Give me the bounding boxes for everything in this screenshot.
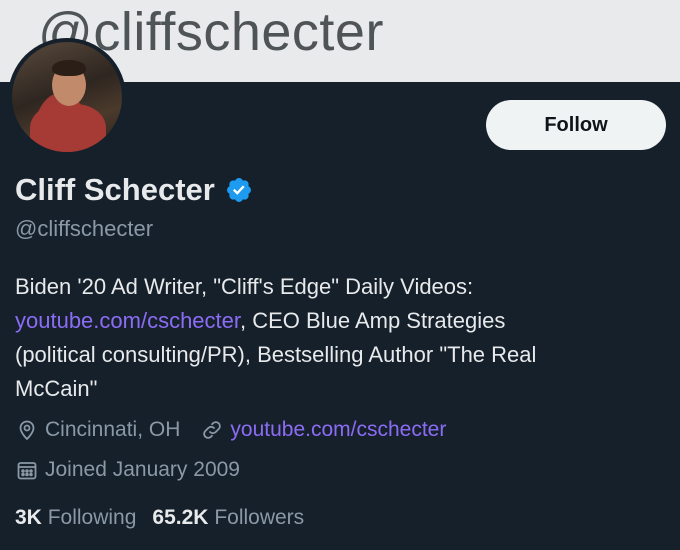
followers-label: Followers: [214, 506, 305, 529]
profile-name: Cliff Schecter: [15, 172, 215, 207]
bio-line: youtube.com/cschecter, CEO Blue Amp Stra…: [15, 304, 665, 338]
profile-stats: 3K Following 65.2K Followers: [15, 506, 320, 530]
profile-meta-joined: Joined January 2009: [15, 458, 260, 482]
website-link[interactable]: youtube.com/cschecter: [230, 418, 446, 442]
calendar-icon: [17, 462, 37, 480]
profile-handle: @cliffschecter: [15, 216, 154, 241]
verified-badge-icon[interactable]: [225, 176, 253, 204]
avatar[interactable]: [8, 38, 126, 156]
location-text: Cincinnati, OH: [45, 418, 181, 441]
location-pin-icon: [19, 420, 35, 441]
bio-line: McCain": [15, 376, 98, 401]
avatar-image: [12, 42, 122, 152]
following-count: 3K: [15, 506, 42, 529]
followers-stat[interactable]: 65.2K Followers: [152, 506, 304, 530]
bio-line: (political consulting/PR), Bestselling A…: [15, 342, 537, 367]
profile-bio: Biden '20 Ad Writer, "Cliff's Edge" Dail…: [15, 270, 665, 406]
joined: Joined January 2009: [15, 458, 240, 482]
follow-button[interactable]: Follow: [486, 100, 666, 150]
location: Cincinnati, OH: [15, 418, 180, 442]
bio-text: , CEO Blue Amp Strategies: [240, 308, 506, 333]
avatar-hair: [52, 60, 86, 76]
website[interactable]: youtube.com/cschecter: [200, 418, 446, 442]
bio-line: Biden '20 Ad Writer, "Cliff's Edge" Dail…: [15, 274, 474, 299]
avatar-shirt: [30, 104, 106, 152]
bio-link[interactable]: youtube.com/cschecter: [15, 308, 240, 333]
following-stat[interactable]: 3K Following: [15, 506, 136, 530]
followers-count: 65.2K: [152, 506, 209, 529]
profile-meta: Cincinnati, OH youtube.com/cschecter: [15, 418, 466, 442]
link-icon: [203, 421, 222, 439]
joined-text: Joined January 2009: [45, 458, 240, 481]
following-label: Following: [47, 506, 137, 529]
name-row: Cliff Schecter: [15, 172, 253, 208]
